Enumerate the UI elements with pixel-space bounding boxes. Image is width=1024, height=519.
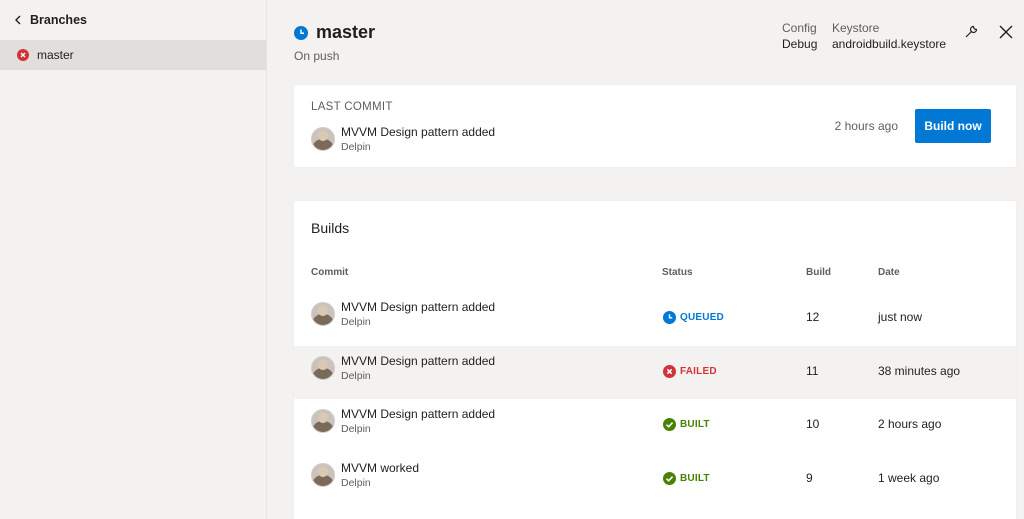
commit-message: MVVM Design pattern added [341,407,496,421]
avatar [311,463,335,487]
keystore-label: Keystore [832,21,880,35]
build-date: just now [878,310,923,324]
commit-message: MVVM Design pattern added [341,300,496,314]
table-row[interactable]: MVVM worked Delpin BUILT 9 1 week ago [294,453,1016,506]
row-commit: MVVM Design pattern added Delpin [311,300,495,328]
last-commit-info: MVVM Design pattern added Delpin [311,125,495,153]
commit-author: Delpin [341,316,371,328]
status-badge: FAILED [663,365,717,378]
table-row[interactable]: MVVM Design pattern added Delpin BUILT 1… [294,399,1016,452]
main-panel: master On push Config Debug Keystore and… [268,0,1024,519]
column-header-status: Status [662,267,693,278]
last-commit-card: LAST COMMIT MVVM Design pattern added De… [294,85,1016,167]
status-text: BUILT [680,473,710,484]
build-number: 11 [806,364,819,378]
check-icon [663,418,676,431]
config-value: Debug [782,37,818,51]
error-icon [17,49,29,61]
avatar [311,356,335,380]
table-row[interactable]: MVVM Design pattern added Delpin FAILED … [294,346,1016,399]
last-commit-label: LAST COMMIT [311,101,393,113]
builds-card: Builds Commit Status Build Date MVVM Des… [294,201,1016,519]
build-number: 10 [806,417,820,431]
commit-author: Delpin [341,141,371,153]
status-text: BUILT [680,419,710,430]
sidebar-item-label: master [37,48,74,62]
status-text: FAILED [680,366,717,377]
status-badge: QUEUED [663,311,724,324]
build-number: 12 [806,310,820,324]
page-header: master On push Config Debug Keystore and… [268,0,1024,78]
avatar [311,127,335,151]
close-icon[interactable] [998,24,1014,40]
row-commit: MVVM Design pattern added Delpin [311,407,495,435]
build-number: 9 [806,471,813,485]
commit-message: MVVM Design pattern added [341,354,496,368]
error-icon [663,365,676,378]
keystore-info: Keystore androidbuild.keystore [832,20,946,52]
clock-icon [294,25,308,40]
keystore-value: androidbuild.keystore [832,37,947,51]
build-date: 1 week ago [878,471,940,485]
page-title: master [316,22,376,42]
row-commit: MVVM Design pattern added Delpin [311,354,495,382]
config-label: Config [782,21,817,35]
back-to-branches[interactable]: Branches [0,0,266,40]
avatar [311,409,335,433]
table-row[interactable]: MVVM Design pattern added Delpin QUEUED … [294,292,1016,345]
avatar [311,302,335,326]
build-date: 2 hours ago [878,417,942,431]
builds-title: Builds [311,220,350,236]
chevron-left-icon [14,15,24,25]
status-text: QUEUED [680,312,724,323]
build-date: 38 minutes ago [878,364,961,378]
sidebar-item-master[interactable]: master [0,40,266,70]
config-info: Config Debug [782,20,817,52]
commit-message: MVVM Design pattern added [341,125,496,139]
back-label: Branches [30,13,87,27]
column-header-build: Build [806,267,831,278]
trigger-subtitle: On push [294,49,340,63]
column-header-date: Date [878,267,900,278]
clock-icon [663,311,676,324]
wrench-icon[interactable] [963,24,979,40]
row-commit: MVVM worked Delpin [311,461,419,489]
column-header-commit: Commit [311,267,349,278]
sidebar: Branches master [0,0,267,519]
check-icon [663,472,676,485]
commit-message: MVVM worked [341,461,420,475]
commit-time: 2 hours ago [834,119,898,133]
status-badge: BUILT [663,472,710,485]
commit-author: Delpin [341,477,371,489]
build-now-button[interactable]: Build now [915,109,991,143]
status-badge: BUILT [663,418,710,431]
commit-author: Delpin [341,370,371,382]
commit-author: Delpin [341,423,371,435]
